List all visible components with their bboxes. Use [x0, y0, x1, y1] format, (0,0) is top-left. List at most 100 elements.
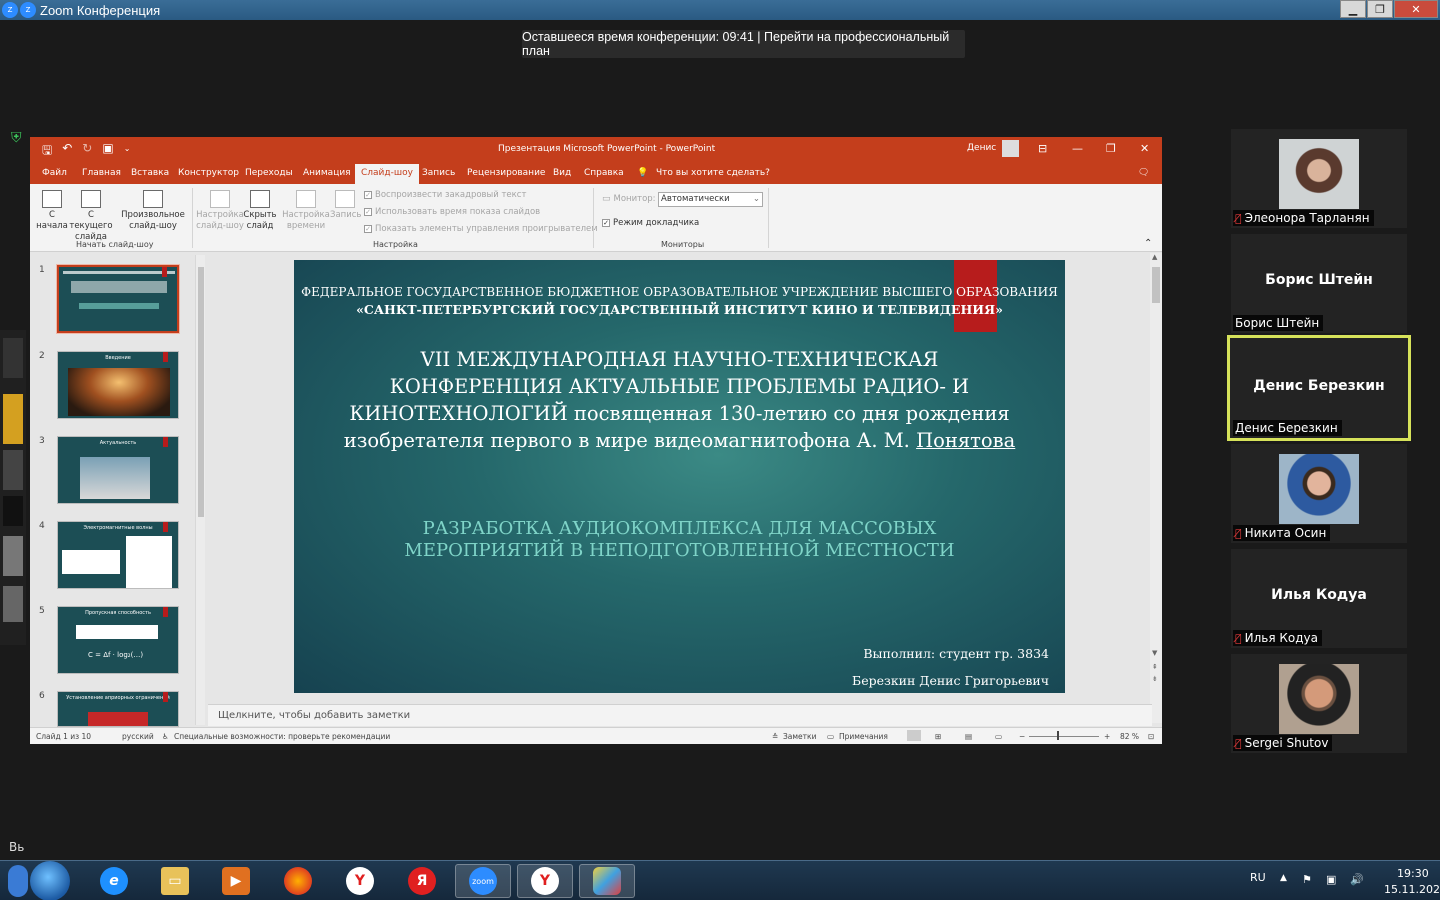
- timer-icon: [296, 190, 316, 208]
- controls-checkbox[interactable]: ✓ Показать элементы управления проигрыват…: [364, 224, 598, 234]
- taskbar-media[interactable]: ▶: [208, 864, 264, 898]
- tab-design[interactable]: Конструктор: [178, 168, 239, 178]
- fit-slide-icon[interactable]: ⊡: [1148, 732, 1154, 741]
- slide-thumbnail-2[interactable]: Введение: [57, 351, 179, 419]
- tab-animations[interactable]: Анимация: [303, 168, 351, 178]
- timings-checkbox[interactable]: ✓ Использовать время показа слайдов: [364, 207, 540, 217]
- narration-checkbox[interactable]: ✓ Воспроизвести закадровый текст: [364, 190, 526, 200]
- save-icon[interactable]: 🖫: [42, 141, 52, 162]
- taskbar-explorer[interactable]: ▭: [147, 864, 203, 898]
- tab-home[interactable]: Главная: [82, 168, 121, 178]
- language-indicator[interactable]: RU: [1250, 871, 1266, 884]
- time-remaining-banner[interactable]: Оставшееся время конференции: 09:41 | Пе…: [522, 30, 965, 58]
- tab-insert[interactable]: Вставка: [131, 168, 169, 178]
- hide-slide-button[interactable]: Скрыть слайд: [242, 190, 278, 232]
- tab-view[interactable]: Вид: [553, 168, 571, 178]
- comments-icon[interactable]: 🗨: [1138, 168, 1149, 178]
- zoom-in-icon[interactable]: +: [1104, 732, 1110, 741]
- ppt-minimize-button[interactable]: —: [1072, 142, 1083, 155]
- thumbnails-scrollbar[interactable]: [195, 255, 205, 725]
- show-hidden-icons[interactable]: ▲: [1280, 873, 1287, 883]
- taskbar-paint[interactable]: [579, 864, 635, 898]
- taskbar-firefox[interactable]: [270, 864, 326, 898]
- comments-toggle[interactable]: Примечания: [839, 732, 888, 741]
- presenter-view-checkbox[interactable]: ✓ Режим докладчика: [602, 218, 699, 228]
- thumb-title: Электромагнитные волны: [83, 525, 153, 531]
- taskbar-yandex[interactable]: Я: [394, 864, 450, 898]
- ppt-close-button[interactable]: ✕: [1140, 142, 1149, 155]
- from-current-button[interactable]: С текущего слайда: [66, 190, 116, 243]
- slideshow-view-icon[interactable]: ▭: [995, 732, 1002, 741]
- participant-tile[interactable]: Илья Кодуа 🎙̸ Илья Кодуа: [1231, 549, 1407, 648]
- next-slide-icon[interactable]: ⇟: [1152, 675, 1158, 683]
- tab-help[interactable]: Справка: [584, 168, 624, 178]
- tab-transitions[interactable]: Переходы: [245, 168, 293, 178]
- slide-thumbnail-1[interactable]: [56, 264, 180, 334]
- tab-file[interactable]: Файл: [42, 168, 67, 178]
- zoom-out-icon[interactable]: −: [1019, 732, 1025, 741]
- active-speaker-tile[interactable]: Денис Березкин Денис Березкин: [1227, 335, 1411, 441]
- slide-thumbnail-3[interactable]: Актуальность: [57, 436, 179, 504]
- present-icon[interactable]: ▣: [102, 141, 113, 162]
- reading-view-icon[interactable]: ▤: [965, 732, 972, 741]
- custom-slideshow-button[interactable]: Произвольное слайд-шоу: [120, 190, 186, 232]
- ribbon-display-icon[interactable]: ⊟: [1038, 142, 1047, 155]
- normal-view-icon[interactable]: [907, 730, 921, 741]
- scrollbar-thumb[interactable]: [198, 267, 204, 517]
- from-start-button[interactable]: С начала: [36, 190, 68, 232]
- notes-area[interactable]: Щелкните, чтобы добавить заметки: [208, 704, 1152, 726]
- slide-thumbnail-5[interactable]: Пропускная способность C = Δf · log₂(…): [57, 606, 179, 674]
- scroll-up-icon[interactable]: ▲: [1152, 253, 1157, 261]
- tab-record[interactable]: Запись: [422, 168, 455, 178]
- zoom-slider[interactable]: [1029, 736, 1099, 737]
- notes-toggle[interactable]: Заметки: [783, 732, 816, 741]
- prev-slide-icon[interactable]: ⇞: [1152, 663, 1158, 671]
- monitor-dropdown[interactable]: Автоматически ⌄: [658, 192, 763, 207]
- tell-me-search[interactable]: Что вы хотите сделать?: [656, 168, 770, 178]
- accessibility-status[interactable]: Специальные возможности: проверьте реком…: [174, 732, 390, 741]
- participant-tile[interactable]: 🎙̸ Sergei Shutov: [1231, 654, 1407, 753]
- tab-review[interactable]: Рецензирование: [467, 168, 545, 178]
- participant-tile[interactable]: Борис Штейн Борис Штейн: [1231, 234, 1407, 333]
- author-line: Выполнил: студент гр. 3834: [863, 646, 1049, 661]
- redo-icon[interactable]: ↻: [82, 141, 92, 162]
- user-avatar[interactable]: [1002, 140, 1019, 157]
- current-slide[interactable]: ФЕДЕРАЛЬНОЕ ГОСУДАРСТВЕННОЕ БЮДЖЕТНОЕ ОБ…: [294, 260, 1065, 693]
- slide-sorter-icon[interactable]: ⊞: [935, 732, 941, 741]
- participant-tile[interactable]: 🎙̸ Никита Осин: [1231, 444, 1407, 543]
- taskbar-yandex-browser-2[interactable]: Y: [517, 864, 573, 898]
- setup-slideshow-button[interactable]: Настройка слайд-шоу: [196, 190, 244, 232]
- taskbar-ie[interactable]: e: [86, 864, 142, 898]
- record-button[interactable]: Запись: [330, 190, 361, 221]
- volume-icon[interactable]: 🔊: [1350, 873, 1364, 886]
- slide-thumbnail-6[interactable]: Установление априорных ограничений: [57, 691, 179, 727]
- start-button[interactable]: [30, 861, 70, 900]
- participant-tile[interactable]: 🎙̸ Элеонора Тарланян: [1231, 129, 1407, 228]
- scroll-down-icon[interactable]: ▼: [1152, 649, 1157, 657]
- slide-thumbnail-4[interactable]: Электромагнитные волны: [57, 521, 179, 589]
- scrollbar-thumb[interactable]: [1152, 267, 1160, 303]
- language-indicator[interactable]: русский: [122, 732, 154, 741]
- minimize-button[interactable]: ▁: [1340, 0, 1366, 18]
- slide-scrollbar[interactable]: ▲ ▼ ⇞ ⇟: [1150, 253, 1162, 723]
- ppt-restore-button[interactable]: ❐: [1106, 142, 1116, 155]
- document-title: Презентация Microsoft PowerPoint - Power…: [498, 144, 716, 154]
- zoom-slider-thumb[interactable]: [1057, 731, 1059, 740]
- clock-date[interactable]: 15.11.2022: [1384, 883, 1440, 896]
- close-button[interactable]: ✕: [1394, 0, 1438, 18]
- zoom-level[interactable]: 82 %: [1120, 732, 1139, 741]
- taskbar-yandex-browser[interactable]: Y: [332, 864, 388, 898]
- action-center-icon[interactable]: ⚑: [1302, 873, 1312, 886]
- maximize-button[interactable]: ❐: [1367, 0, 1393, 18]
- rehearse-timings-button[interactable]: Настройка времени: [282, 190, 330, 232]
- tab-slideshow[interactable]: Слайд-шоу: [355, 164, 419, 184]
- collapse-ribbon-icon[interactable]: ⌃: [1144, 238, 1152, 249]
- encryption-shield-icon[interactable]: ⛨: [11, 130, 25, 146]
- user-name[interactable]: Денис: [967, 143, 996, 153]
- undo-icon[interactable]: ↶: [62, 141, 72, 162]
- network-icon[interactable]: ▣: [1326, 873, 1336, 886]
- clock-time[interactable]: 19:30: [1397, 867, 1429, 880]
- thumb-number: 4: [39, 521, 45, 531]
- customize-qat-icon[interactable]: ⌄: [124, 141, 131, 162]
- taskbar-zoom[interactable]: zoom: [455, 864, 511, 898]
